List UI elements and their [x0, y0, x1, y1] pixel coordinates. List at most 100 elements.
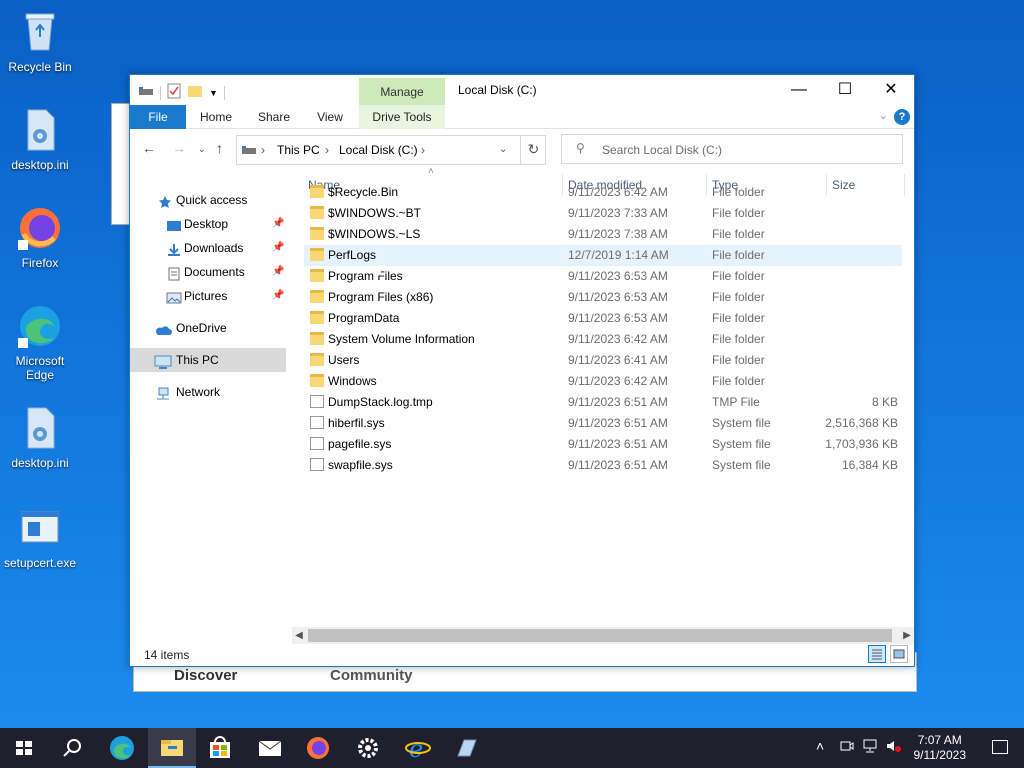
taskbar-edge-icon[interactable]	[98, 728, 146, 768]
file-size: 1,703,936 KB	[825, 437, 898, 451]
nav-desktop[interactable]: Desktop 📌	[130, 212, 286, 236]
drive-icon[interactable]	[138, 84, 154, 101]
forward-arrow-icon[interactable]: →	[172, 140, 186, 156]
nav-onedrive[interactable]: OneDrive	[130, 316, 286, 340]
chevron-right-icon[interactable]: ›	[261, 143, 265, 157]
star-icon	[158, 193, 174, 208]
pin-icon[interactable]: 📌	[272, 212, 284, 236]
details-view-icon[interactable]	[868, 645, 886, 663]
desktop-icon-firefox[interactable]: Firefox	[0, 204, 80, 270]
minimize-button[interactable]: —	[776, 75, 822, 105]
table-row[interactable]: System Volume Information 9/11/2023 6:42 …	[304, 329, 902, 350]
breadcrumb-local-disk[interactable]: Local Disk (C:)	[339, 143, 418, 157]
taskbar-store-icon[interactable]	[196, 728, 244, 768]
taskbar-mail-icon[interactable]	[246, 728, 294, 768]
file-name: Windows	[328, 374, 377, 388]
nav-label: OneDrive	[176, 321, 227, 335]
file-date: 9/11/2023 7:33 AM	[568, 206, 668, 220]
refresh-button[interactable]: ↻	[520, 135, 546, 165]
meet-now-icon[interactable]	[840, 739, 854, 756]
tab-view[interactable]: View	[306, 105, 354, 129]
show-hidden-icons[interactable]: ˄	[816, 738, 824, 754]
svg-text:e: e	[409, 735, 423, 763]
desktop-icon-setupcert[interactable]: setupcert.exe	[0, 504, 80, 570]
maximize-button[interactable]: ☐	[822, 75, 868, 105]
help-icon[interactable]: ?	[894, 109, 910, 125]
taskbar-settings-icon[interactable]	[344, 728, 392, 768]
scrollbar-thumb[interactable]	[308, 629, 892, 642]
tab-home[interactable]: Home	[192, 105, 240, 129]
community-tab[interactable]: Community	[330, 667, 413, 684]
address-dropdown-icon[interactable]: ⌄	[499, 144, 507, 155]
scroll-right-icon[interactable]: ▶	[900, 627, 914, 644]
horizontal-scrollbar[interactable]: ◀ ▶	[292, 627, 914, 644]
taskbar-clock[interactable]: 7:07 AM 9/11/2023	[914, 733, 967, 763]
nav-quick-access[interactable]: Quick access	[130, 188, 286, 212]
new-folder-icon[interactable]	[187, 84, 203, 101]
desktop-icon-label: Microsoft Edge	[15, 354, 65, 382]
taskbar-firefox-icon[interactable]	[294, 728, 342, 768]
table-row[interactable]: Program Files (x86) 9/11/2023 6:53 AM File…	[304, 287, 902, 308]
start-button[interactable]	[0, 728, 48, 768]
search-button[interactable]	[48, 728, 96, 768]
large-icons-view-icon[interactable]	[890, 645, 908, 663]
nav-pictures[interactable]: Pictures 📌	[130, 284, 286, 308]
notifications-icon[interactable]	[992, 740, 1008, 754]
tab-manage[interactable]: Manage	[359, 78, 445, 105]
table-row[interactable]: $WINDOWS.~BT 9/11/2023 7:33 AM File folder	[304, 203, 902, 224]
desktop-icon-label: Recycle Bin	[8, 60, 72, 74]
close-button[interactable]: ✕	[868, 75, 914, 105]
column-divider[interactable]	[904, 174, 905, 196]
file-name: swapfile.sys	[328, 458, 393, 472]
customize-qat-icon[interactable]: ▼	[209, 88, 218, 98]
up-arrow-icon[interactable]: ↑	[216, 140, 223, 156]
file-explorer-window[interactable]: ▼ Manage Local Disk (C:) — ☐ ✕ File Home…	[129, 74, 915, 667]
table-row[interactable]: Windows 9/11/2023 6:42 AM File folder	[304, 371, 902, 392]
ribbon-expand-icon[interactable]: ⌄	[879, 109, 888, 122]
search-input[interactable]: ⚲ Search Local Disk (C:)	[561, 134, 903, 164]
network-status-icon[interactable]	[862, 739, 878, 756]
nav-this-pc[interactable]: This PC	[130, 348, 286, 372]
desktop-icon-edge[interactable]: Microsoft Edge	[0, 302, 80, 382]
table-row[interactable]: Users 9/11/2023 6:41 AM File folder	[304, 350, 902, 371]
address-bar[interactable]: › This PC › Local Disk (C:) › ⌄	[236, 135, 546, 165]
table-row[interactable]: swapfile.sys 9/11/2023 6:51 AM System file…	[304, 455, 902, 476]
nav-downloads[interactable]: Downloads 📌	[130, 236, 286, 260]
recent-locations-icon[interactable]: ⌄	[198, 144, 206, 155]
pin-icon[interactable]: 📌	[272, 260, 284, 284]
tab-share[interactable]: Share	[250, 105, 298, 129]
tab-drive-tools[interactable]: Drive Tools	[359, 105, 445, 129]
nav-network[interactable]: Network	[130, 380, 286, 404]
chevron-right-icon[interactable]: ›	[325, 143, 329, 157]
table-row[interactable]: DumpStack.log.tmp 9/11/2023 6:51 AM TMP Fi…	[304, 392, 902, 413]
table-row[interactable]: hiberfil.sys 9/11/2023 6:51 AM System file…	[304, 413, 902, 434]
pin-icon[interactable]: 📌	[272, 236, 284, 260]
table-row[interactable]: $WINDOWS.~LS 9/11/2023 7:38 AM File folder	[304, 224, 902, 245]
file-name: PerfLogs	[328, 248, 377, 262]
table-row[interactable]: $Recycle.Bin 9/11/2023 6:42 AM File folder	[304, 182, 902, 203]
table-row[interactable]: Program Files 9/11/2023 6:53 AM File folde…	[304, 266, 902, 287]
breadcrumb-this-pc[interactable]: This PC	[277, 143, 320, 157]
taskbar-file-explorer-icon[interactable]	[148, 728, 196, 768]
desktop-icon-recycle-bin[interactable]: Recycle Bin	[0, 8, 80, 74]
chevron-right-icon[interactable]: ›	[421, 143, 425, 157]
nav-documents[interactable]: Documents 📌	[130, 260, 286, 284]
desktop-icon-desktop-ini-2[interactable]: desktop.ini	[0, 404, 80, 470]
discover-tab[interactable]: Discover	[174, 667, 237, 684]
table-row[interactable]: pagefile.sys 9/11/2023 6:51 AM System file…	[304, 434, 902, 455]
file-type: File folder	[712, 185, 765, 199]
search-placeholder: Search Local Disk (C:)	[602, 143, 723, 157]
tab-file[interactable]: File	[130, 105, 186, 129]
volume-muted-icon[interactable]	[886, 739, 902, 756]
title-bar[interactable]: ▼ Manage Local Disk (C:) — ☐ ✕	[130, 75, 914, 105]
pin-icon[interactable]: 📌	[272, 284, 284, 308]
taskbar-ie-icon[interactable]: e	[394, 728, 442, 768]
taskbar-app-icon[interactable]	[442, 728, 490, 768]
table-row[interactable]: PerfLogs 12/7/2019 1:14 AM File folder	[304, 245, 902, 266]
scroll-left-icon[interactable]: ◀	[292, 627, 306, 644]
back-arrow-icon[interactable]: ←	[142, 140, 156, 156]
desktop-icon-desktop-ini-1[interactable]: desktop.ini	[0, 106, 80, 172]
properties-icon[interactable]	[167, 83, 181, 102]
table-row[interactable]: ProgramData 9/11/2023 6:53 AM File folder	[304, 308, 902, 329]
file-type: System file	[712, 416, 771, 430]
